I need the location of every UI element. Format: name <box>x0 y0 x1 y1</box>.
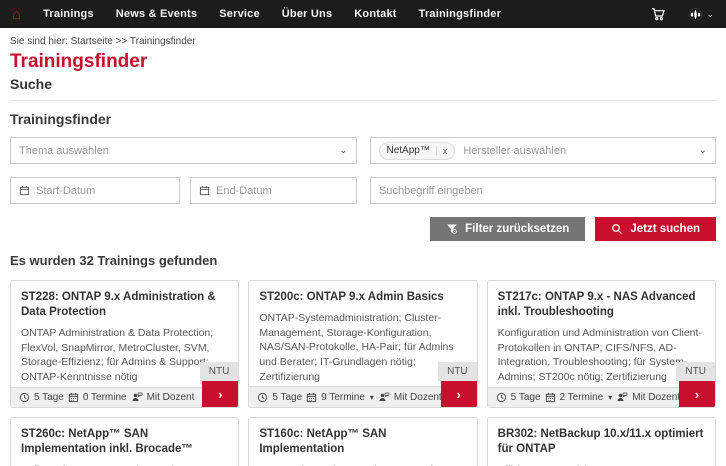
start-date-input[interactable] <box>36 185 171 197</box>
topic-select-placeholder: Thema auswählen <box>19 145 109 157</box>
card-detail-arrow-button[interactable]: › <box>679 381 715 407</box>
card-title: ST217c: ONTAP 9.x - NAS Advanced inkl. T… <box>498 290 705 320</box>
card-body: ST160c: NetApp™ SAN Implementation SAN-I… <box>249 418 476 466</box>
calendar-icon <box>306 392 317 403</box>
breadcrumb-separator: >> <box>116 36 128 47</box>
duration-meta: 5 Tage <box>257 392 302 403</box>
filter-reset-icon <box>446 223 458 235</box>
card-body: ST260c: NetApp™ SAN Implementation inkl.… <box>11 418 238 466</box>
mode-label: Mit Dozent <box>632 392 680 403</box>
card-body: BR302: NetBackup 10.x/11.x optimiert für… <box>488 418 715 466</box>
card-description: ONTAP-Systemadministration; Cluster-Mana… <box>259 311 466 384</box>
chevron-down-icon: ⌄ <box>706 9 714 20</box>
globe-icon <box>688 7 703 22</box>
end-date-field[interactable] <box>190 177 357 204</box>
vendor-select-placeholder: Hersteller auswählen <box>463 145 566 157</box>
instructor-icon <box>378 391 390 403</box>
reset-filter-button[interactable]: Filter zurücksetzen <box>430 217 585 241</box>
home-icon[interactable]: ⌂ <box>12 7 21 22</box>
search-button[interactable]: Jetzt suchen <box>595 217 716 241</box>
mode-meta: Mit Dozent <box>131 391 195 403</box>
chevron-down-icon: ▾ <box>608 393 612 402</box>
calendar-icon <box>19 185 30 196</box>
page-subtitle: Suche <box>10 76 716 92</box>
ntu-badge: NTU <box>676 362 715 381</box>
duration-meta: 5 Tage <box>496 392 541 403</box>
nav-item-news-events[interactable]: News & Events <box>116 8 197 20</box>
language-selector[interactable]: ⌄ <box>688 7 714 22</box>
mode-label: Mit Dozent <box>147 392 195 403</box>
clock-icon <box>496 392 507 403</box>
dates-meta[interactable]: 2 Termine ▾ <box>545 392 613 403</box>
dates-label: 0 Termine <box>83 392 127 403</box>
dates-meta[interactable]: 0 Termine <box>68 392 127 403</box>
card-detail-arrow-button[interactable]: › <box>441 381 477 407</box>
chevron-down-icon: ⌄ <box>699 145 707 156</box>
duration-meta: 5 Tage <box>19 392 64 403</box>
duration-label: 5 Tage <box>34 392 64 403</box>
training-card[interactable]: ST160c: NetApp™ SAN Implementation SAN-I… <box>248 417 477 466</box>
keyword-field[interactable] <box>370 177 716 204</box>
training-card[interactable]: ST200c: ONTAP 9.x Admin Basics ONTAP-Sys… <box>248 280 477 408</box>
end-date-input[interactable] <box>216 185 348 197</box>
card-description: ONTAP Administration & Data Protection; … <box>21 326 228 385</box>
training-card[interactable]: ST228: ONTAP 9.x Administration & Data P… <box>10 280 239 408</box>
instructor-icon <box>131 391 143 403</box>
keyword-input[interactable] <box>379 185 707 197</box>
nav-item-service[interactable]: Service <box>219 8 260 20</box>
calendar-icon <box>199 185 210 196</box>
topbar: ⌂ Trainings News & Events Service Über U… <box>0 0 726 28</box>
training-card[interactable]: BR302: NetBackup 10.x/11.x optimiert für… <box>487 417 716 466</box>
card-title: ST160c: NetApp™ SAN Implementation <box>259 427 466 457</box>
nav-item-kontakt[interactable]: Kontakt <box>354 8 396 20</box>
nav-item-trainings[interactable]: Trainings <box>43 8 94 20</box>
clock-icon <box>19 392 30 403</box>
results-grid: ST228: ONTAP 9.x Administration & Data P… <box>10 280 716 466</box>
card-title: ST200c: ONTAP 9.x Admin Basics <box>259 290 466 305</box>
divider <box>10 100 716 101</box>
nav-item-ueber-uns[interactable]: Über Uns <box>282 8 333 20</box>
duration-label: 5 Tage <box>272 392 302 403</box>
mode-meta: Mit Dozent <box>378 391 442 403</box>
search-form-heading: Trainingsfinder <box>10 111 716 127</box>
mode-meta: Mit Dozent <box>616 391 680 403</box>
dates-label: 9 Termine <box>321 392 365 403</box>
card-description: Konfiguration und Administration von Cli… <box>498 326 705 385</box>
calendar-icon <box>68 392 79 403</box>
vendor-select[interactable]: NetApp™ x Hersteller auswählen ⌄ <box>370 137 717 164</box>
training-card[interactable]: ST217c: ONTAP 9.x - NAS Advanced inkl. T… <box>487 280 716 408</box>
start-date-field[interactable] <box>10 177 180 204</box>
calendar-icon <box>545 392 556 403</box>
duration-label: 5 Tage <box>511 392 541 403</box>
dates-meta[interactable]: 9 Termine ▾ <box>306 392 374 403</box>
ntu-badge: NTU <box>438 362 477 381</box>
results-count: Es wurden 32 Trainings gefunden <box>10 253 716 268</box>
card-title: BR302: NetBackup 10.x/11.x optimiert für… <box>498 427 705 457</box>
breadcrumb-prefix: Sie sind hier: <box>10 36 68 47</box>
breadcrumb-home-link[interactable]: Startseite <box>71 36 113 47</box>
vendor-tag-netapp: NetApp™ x <box>379 142 456 160</box>
chevron-down-icon: ⌄ <box>339 145 347 156</box>
chevron-down-icon: ▾ <box>370 393 374 402</box>
card-detail-arrow-button[interactable]: › <box>202 381 238 407</box>
card-title: ST228: ONTAP 9.x Administration & Data P… <box>21 290 228 320</box>
search-icon <box>611 223 623 235</box>
breadcrumb-current: Trainingsfinder <box>130 36 196 47</box>
card-title: ST260c: NetApp™ SAN Implementation inkl.… <box>21 427 228 457</box>
topic-select[interactable]: Thema auswählen ⌄ <box>10 137 357 164</box>
ntu-badge: NTU <box>200 362 239 381</box>
remove-tag-icon[interactable]: x <box>436 146 448 156</box>
breadcrumb: Sie sind hier: Startseite >> Trainingsfi… <box>10 36 716 47</box>
dates-label: 2 Termine <box>560 392 604 403</box>
training-card[interactable]: ST260c: NetApp™ SAN Implementation inkl.… <box>10 417 239 466</box>
nav-item-trainingsfinder[interactable]: Trainingsfinder <box>419 8 501 20</box>
clock-icon <box>257 392 268 403</box>
vendor-tag-label: NetApp™ <box>387 145 430 156</box>
cart-icon[interactable] <box>650 6 666 22</box>
page-title: Trainingsfinder <box>10 51 716 73</box>
search-button-label: Jetzt suchen <box>630 223 700 235</box>
reset-filter-label: Filter zurücksetzen <box>465 223 569 235</box>
instructor-icon <box>616 391 628 403</box>
mode-label: Mit Dozent <box>394 392 442 403</box>
